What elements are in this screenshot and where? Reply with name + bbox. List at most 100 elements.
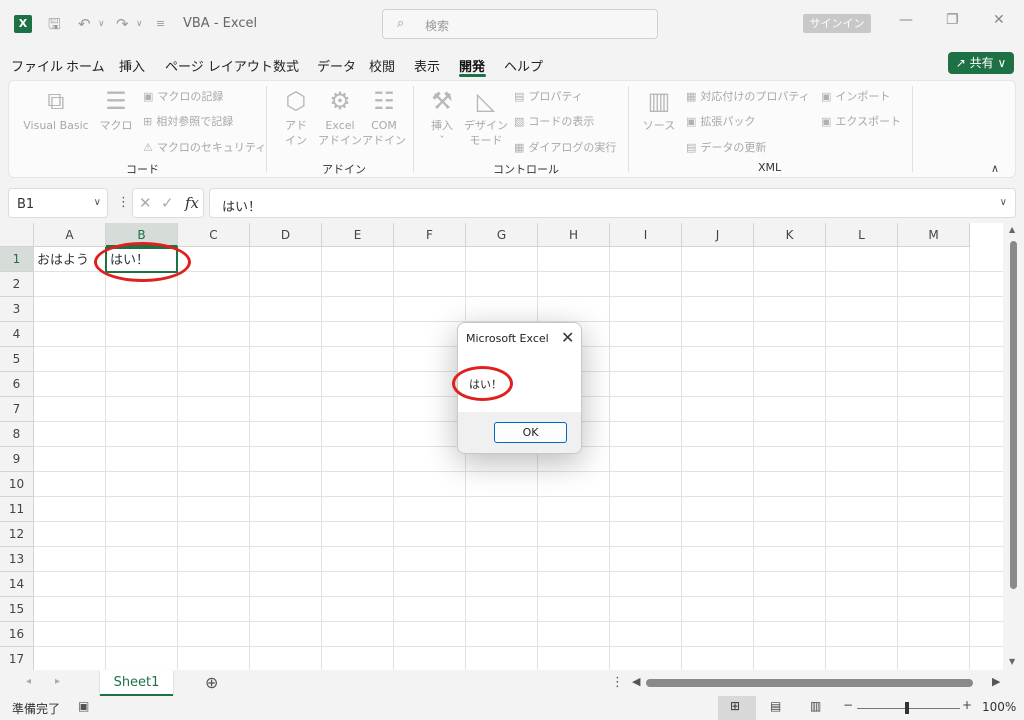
sheet-tab[interactable]: Sheet1 xyxy=(100,670,173,696)
design-mode-button[interactable]: ◺ デザイン モード xyxy=(462,86,510,148)
redo-icon[interactable]: ↷ xyxy=(116,14,129,34)
select-all-button[interactable] xyxy=(0,223,34,247)
vertical-scrollbar[interactable]: ▲ ▼ xyxy=(1003,223,1024,670)
row-header-3[interactable]: 3 xyxy=(0,297,34,322)
map-properties-button[interactable]: ▦ 対応付けのプロパティ xyxy=(686,88,810,104)
view-code-button[interactable]: ▧ コードの表示 xyxy=(514,113,594,129)
save-icon[interactable]: 🖫 xyxy=(48,14,61,34)
undo-icon[interactable]: ↶ xyxy=(78,14,91,34)
tab-home[interactable]: ホーム xyxy=(66,56,105,75)
row-header-15[interactable]: 15 xyxy=(0,597,34,622)
relative-reference-button[interactable]: ⊞ 相対参照で記録 xyxy=(143,113,233,129)
tab-view[interactable]: 表示 xyxy=(414,56,440,75)
page-break-view-icon[interactable]: ▥ xyxy=(810,699,821,713)
zoom-slider-thumb[interactable] xyxy=(905,702,909,714)
macro-security-button[interactable]: ⚠ マクロのセキュリティ xyxy=(143,139,266,155)
properties-button[interactable]: ▤ プロパティ xyxy=(514,88,583,104)
row-header-6[interactable]: 6 xyxy=(0,372,34,397)
column-header-D[interactable]: D xyxy=(250,223,322,247)
excel-addins-button[interactable]: ⚙ Excel アドイン xyxy=(318,86,362,148)
scroll-up-icon[interactable]: ▲ xyxy=(1009,225,1015,234)
signin-button[interactable]: サインイン xyxy=(803,14,871,33)
tab-data[interactable]: データ xyxy=(317,56,356,75)
next-sheet-icon[interactable]: ▸ xyxy=(55,676,60,687)
row-header-13[interactable]: 13 xyxy=(0,547,34,572)
share-button[interactable]: ↗ 共有 ∨ xyxy=(948,52,1014,74)
close-icon[interactable]: ✕ xyxy=(561,328,574,347)
scroll-right-icon[interactable]: ▶ xyxy=(992,675,1000,688)
macro-button[interactable]: ☰ マクロ xyxy=(98,86,134,133)
more-options-icon[interactable]: ⋮ xyxy=(117,195,130,210)
column-header-K[interactable]: K xyxy=(754,223,826,247)
xml-source-button[interactable]: ▥ ソース xyxy=(640,86,678,133)
column-header-I[interactable]: I xyxy=(610,223,682,247)
tab-file[interactable]: ファイル xyxy=(11,56,63,75)
undo-dropdown-icon[interactable]: ∨ xyxy=(98,14,105,34)
prev-sheet-icon[interactable]: ◂ xyxy=(26,676,31,687)
vertical-scroll-thumb[interactable] xyxy=(1010,241,1017,589)
column-header-J[interactable]: J xyxy=(682,223,754,247)
scroll-left-icon[interactable]: ◀ xyxy=(632,675,640,688)
zoom-in-icon[interactable]: + xyxy=(962,698,972,712)
export-button[interactable]: ▣ エクスポート xyxy=(821,113,901,129)
horizontal-scroll-thumb[interactable] xyxy=(646,679,973,687)
insert-function-button[interactable]: fx xyxy=(185,194,199,212)
row-header-8[interactable]: 8 xyxy=(0,422,34,447)
tab-insert[interactable]: 挿入 xyxy=(119,56,145,75)
zoom-level[interactable]: 100% xyxy=(982,700,1016,714)
insert-control-button[interactable]: ⚒ 挿入 ˇ xyxy=(424,86,460,148)
import-button[interactable]: ▣ インポート xyxy=(821,88,890,104)
column-header-H[interactable]: H xyxy=(538,223,610,247)
tab-help[interactable]: ヘルプ xyxy=(504,56,543,75)
column-header-F[interactable]: F xyxy=(394,223,466,247)
row-header-16[interactable]: 16 xyxy=(0,622,34,647)
formula-input[interactable]: はい！ ∨ xyxy=(209,188,1016,218)
com-addins-button[interactable]: ☷ COM アドイン xyxy=(362,86,406,148)
row-header-17[interactable]: 17 xyxy=(0,647,34,670)
tab-review[interactable]: 校閲 xyxy=(369,56,395,75)
refresh-data-button[interactable]: ▤ データの更新 xyxy=(686,139,766,155)
customize-toolbar-icon[interactable]: ≡ xyxy=(156,14,165,34)
tab-page-layout[interactable]: ページ レイアウト xyxy=(165,56,273,75)
row-header-4[interactable]: 4 xyxy=(0,322,34,347)
addins-button[interactable]: ⬡ アド イン xyxy=(279,86,313,148)
column-header-E[interactable]: E xyxy=(322,223,394,247)
row-header-9[interactable]: 9 xyxy=(0,447,34,472)
column-header-M[interactable]: M xyxy=(898,223,970,247)
tab-developer[interactable]: 開発 xyxy=(459,56,485,75)
search-box[interactable]: ⌕ 検索 xyxy=(382,9,658,39)
column-header-A[interactable]: A xyxy=(34,223,106,247)
accessibility-icon[interactable]: ▣ xyxy=(78,699,89,713)
row-header-5[interactable]: 5 xyxy=(0,347,34,372)
row-header-12[interactable]: 12 xyxy=(0,522,34,547)
tab-formulas[interactable]: 数式 xyxy=(273,56,299,75)
chevron-down-icon[interactable]: ∨ xyxy=(94,197,101,208)
run-dialog-button[interactable]: ▦ ダイアログの実行 xyxy=(514,139,616,155)
enter-check-icon[interactable]: ✓ xyxy=(161,194,174,212)
row-header-11[interactable]: 11 xyxy=(0,497,34,522)
add-sheet-icon[interactable]: ⊕ xyxy=(205,673,218,692)
record-macro-button[interactable]: ▣ マクロの記録 xyxy=(143,88,223,104)
name-box[interactable]: B1 ∨ xyxy=(8,188,108,218)
restore-icon[interactable]: ❐ xyxy=(946,12,959,28)
page-layout-view-icon[interactable]: ▤ xyxy=(770,699,781,713)
collapse-ribbon-icon[interactable]: ∧ xyxy=(991,162,999,175)
column-header-G[interactable]: G xyxy=(466,223,538,247)
row-header-1[interactable]: 1 xyxy=(0,247,34,272)
row-header-10[interactable]: 10 xyxy=(0,472,34,497)
expand-formula-icon[interactable]: ∨ xyxy=(1000,197,1007,208)
column-header-L[interactable]: L xyxy=(826,223,898,247)
redo-dropdown-icon[interactable]: ∨ xyxy=(136,14,143,34)
zoom-out-icon[interactable]: − xyxy=(843,698,853,712)
ok-button[interactable]: OK xyxy=(494,422,567,443)
minimize-icon[interactable]: — xyxy=(899,12,913,28)
row-header-2[interactable]: 2 xyxy=(0,272,34,297)
row-header-7[interactable]: 7 xyxy=(0,397,34,422)
normal-view-button[interactable]: ⊞ xyxy=(718,696,756,720)
more-options-icon[interactable]: ⋮ xyxy=(611,675,624,690)
expansion-packs-button[interactable]: ▣ 拡張パック xyxy=(686,113,755,129)
cancel-icon[interactable]: ✕ xyxy=(139,194,152,212)
close-icon[interactable]: ✕ xyxy=(993,12,1005,28)
row-header-14[interactable]: 14 xyxy=(0,572,34,597)
column-header-C[interactable]: C xyxy=(178,223,250,247)
